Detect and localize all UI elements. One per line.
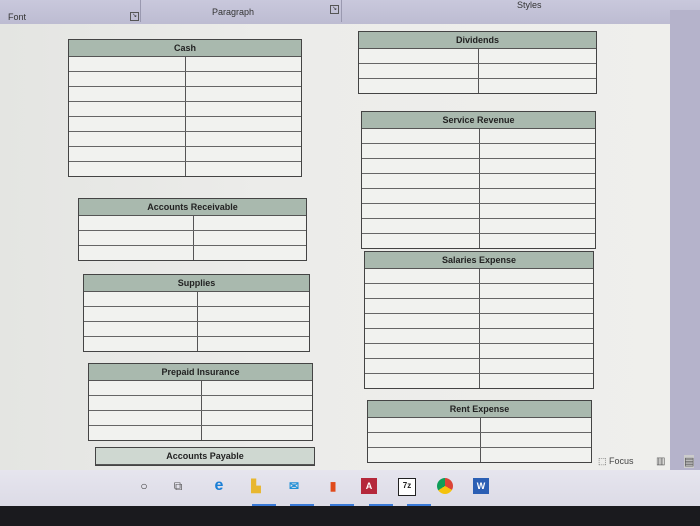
ledger-row[interactable] bbox=[365, 299, 593, 314]
focus-label: Focus bbox=[609, 456, 634, 466]
chrome-icon[interactable] bbox=[437, 478, 453, 494]
t-account-service-revenue[interactable]: Service Revenue bbox=[361, 111, 596, 249]
ledger-row[interactable] bbox=[359, 79, 596, 93]
ledger-row[interactable] bbox=[362, 189, 595, 204]
account-title: Prepaid Insurance bbox=[89, 364, 312, 381]
account-title: Accounts Receivable bbox=[79, 199, 306, 216]
active-indicator bbox=[330, 504, 354, 506]
ledger-row[interactable] bbox=[362, 144, 595, 159]
ledger-row[interactable] bbox=[84, 337, 309, 351]
ledger-row[interactable] bbox=[362, 129, 595, 144]
mail-icon[interactable]: ✉ bbox=[286, 478, 302, 494]
ledger-row[interactable] bbox=[89, 411, 312, 426]
focus-mode-button[interactable]: ⬚ Focus bbox=[598, 456, 634, 467]
ledger-row[interactable] bbox=[69, 57, 301, 72]
account-title: Supplies bbox=[84, 275, 309, 292]
print-layout-icon[interactable]: ▤ bbox=[684, 455, 695, 468]
ledger-row[interactable] bbox=[368, 418, 591, 433]
ledger-row[interactable] bbox=[79, 246, 306, 260]
ledger-row[interactable] bbox=[69, 132, 301, 147]
ledger-row[interactable] bbox=[89, 396, 312, 411]
window-edge bbox=[670, 10, 700, 470]
ledger-row[interactable] bbox=[368, 448, 591, 462]
font-dialog-launcher-icon[interactable]: ↘ bbox=[130, 12, 139, 21]
account-title: Accounts Payable bbox=[96, 448, 314, 465]
ledger-row[interactable] bbox=[362, 234, 595, 248]
ledger-row[interactable] bbox=[69, 87, 301, 102]
account-title: Cash bbox=[69, 40, 301, 57]
active-indicator bbox=[369, 504, 393, 506]
office-icon[interactable]: ▮ bbox=[325, 478, 341, 494]
ledger-row[interactable] bbox=[365, 269, 593, 284]
ledger-row[interactable] bbox=[69, 162, 301, 176]
ledger-row[interactable] bbox=[362, 174, 595, 189]
ribbon: Font ↘ Paragraph ↘ Styles bbox=[0, 0, 700, 25]
ribbon-group-styles: Styles bbox=[517, 0, 542, 10]
focus-icon: ⬚ bbox=[598, 456, 610, 466]
ledger-row[interactable] bbox=[84, 292, 309, 307]
ledger-row[interactable] bbox=[365, 344, 593, 359]
ledger-row[interactable] bbox=[69, 147, 301, 162]
edge-icon[interactable]: e bbox=[211, 478, 227, 494]
ledger-row[interactable] bbox=[362, 219, 595, 234]
ledger-row[interactable] bbox=[359, 49, 596, 64]
account-title: Rent Expense bbox=[368, 401, 591, 418]
read-mode-icon[interactable]: ▥ bbox=[656, 456, 665, 467]
word-icon[interactable]: W bbox=[473, 478, 489, 494]
7zip-icon[interactable]: 7z bbox=[398, 478, 416, 496]
divider bbox=[140, 0, 141, 22]
account-title: Dividends bbox=[359, 32, 596, 49]
ledger-row[interactable] bbox=[368, 433, 591, 448]
t-account-accounts-receivable[interactable]: Accounts Receivable bbox=[78, 198, 307, 261]
ribbon-group-font: Font bbox=[8, 12, 27, 22]
ledger-row[interactable] bbox=[69, 72, 301, 87]
t-account-cash[interactable]: Cash bbox=[68, 39, 302, 177]
t-account-dividends[interactable]: Dividends bbox=[358, 31, 597, 94]
ledger-row[interactable] bbox=[359, 64, 596, 79]
active-indicator bbox=[290, 504, 314, 506]
ledger-row[interactable] bbox=[365, 374, 593, 388]
ribbon-group-paragraph: Paragraph bbox=[212, 7, 255, 17]
ledger-row[interactable] bbox=[69, 102, 301, 117]
account-title: Salaries Expense bbox=[365, 252, 593, 269]
divider bbox=[341, 0, 342, 22]
ledger-row[interactable] bbox=[79, 231, 306, 246]
t-account-supplies[interactable]: Supplies bbox=[83, 274, 310, 352]
ledger-row[interactable] bbox=[79, 216, 306, 231]
ledger-row[interactable] bbox=[84, 322, 309, 337]
active-indicator bbox=[252, 504, 276, 506]
ledger-row[interactable] bbox=[84, 307, 309, 322]
taskbar bbox=[0, 470, 700, 506]
ledger-row[interactable] bbox=[362, 159, 595, 174]
ledger-row[interactable] bbox=[362, 204, 595, 219]
paragraph-dialog-launcher-icon[interactable]: ↘ bbox=[330, 5, 339, 14]
account-title: Service Revenue bbox=[362, 112, 595, 129]
t-account-prepaid-insurance[interactable]: Prepaid Insurance bbox=[88, 363, 313, 441]
t-account-rent-expense[interactable]: Rent Expense bbox=[367, 400, 592, 463]
ledger-row[interactable] bbox=[365, 359, 593, 374]
ledger-row[interactable] bbox=[89, 426, 312, 440]
ledger-row[interactable] bbox=[365, 314, 593, 329]
ledger-row[interactable] bbox=[365, 329, 593, 344]
task-view-icon[interactable]: ⧉ bbox=[170, 478, 186, 494]
access-icon[interactable]: A bbox=[361, 478, 377, 494]
file-explorer-icon[interactable]: ▙ bbox=[248, 478, 264, 494]
t-account-accounts-payable[interactable]: Accounts Payable bbox=[95, 447, 315, 466]
ledger-row[interactable] bbox=[365, 284, 593, 299]
search-icon[interactable]: ○ bbox=[136, 478, 152, 494]
t-account-salaries-expense[interactable]: Salaries Expense bbox=[364, 251, 594, 389]
ledger-row[interactable] bbox=[69, 117, 301, 132]
active-indicator bbox=[407, 504, 431, 506]
ledger-row[interactable] bbox=[89, 381, 312, 396]
